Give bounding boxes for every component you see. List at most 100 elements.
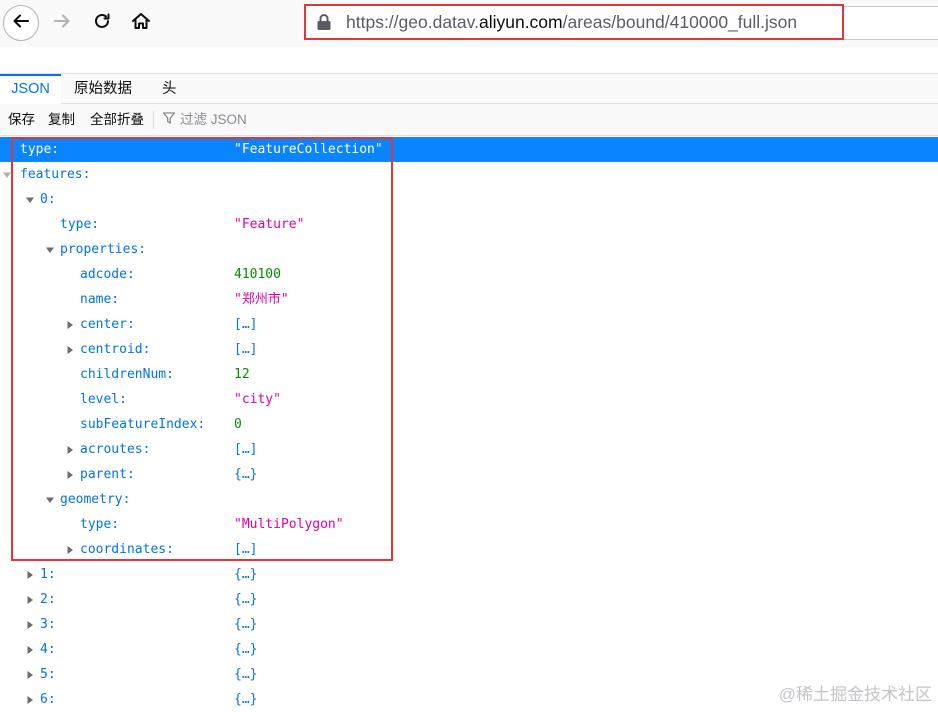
tree-value: "MultiPolygon"	[234, 517, 344, 532]
tree-value: 12	[234, 367, 250, 382]
collapsed-triangle-icon[interactable]	[24, 612, 36, 637]
collapsed-triangle-icon[interactable]	[24, 637, 36, 662]
collapsed-triangle-icon[interactable]	[64, 312, 76, 337]
tree-key: type:	[80, 517, 120, 532]
tree-row[interactable]: adcode: 410100	[0, 262, 938, 287]
tree-value: {…}	[234, 692, 258, 707]
tree-row[interactable]: type: "FeatureCollection"	[0, 137, 938, 162]
tree-row[interactable]: 2: {…}	[0, 587, 938, 612]
tree-key: childrenNum:	[80, 367, 174, 382]
collapsed-triangle-icon[interactable]	[24, 562, 36, 587]
collapsed-triangle-icon[interactable]	[64, 537, 76, 562]
json-action-bar: 保存 复制 全部折叠	[0, 104, 938, 136]
collapsed-triangle-icon[interactable]	[24, 587, 36, 612]
reload-button[interactable]	[84, 5, 120, 41]
tree-row[interactable]: coordinates: […]	[0, 537, 938, 562]
tree-row[interactable]: features:	[0, 162, 938, 187]
tree-key: properties:	[60, 242, 147, 257]
tab-headers[interactable]: 头	[162, 74, 177, 104]
copy-button[interactable]: 复制	[48, 104, 75, 135]
tree-row[interactable]: acroutes: […]	[0, 437, 938, 462]
address-bar[interactable]: https://geo.datav.aliyun.com/areas/bound…	[304, 4, 844, 40]
tree-row[interactable]: subFeatureIndex: 0	[0, 412, 938, 437]
tree-row[interactable]: type: "MultiPolygon"	[0, 512, 938, 537]
tree-value: […]	[234, 317, 258, 332]
tree-value: 410100	[234, 267, 281, 282]
tree-row[interactable]: properties:	[0, 237, 938, 262]
tree-key: 5:	[40, 667, 56, 682]
browser-toolbar: https://geo.datav.aliyun.com/areas/bound…	[0, 0, 938, 47]
tree-key: 6:	[40, 692, 56, 707]
url-host: aliyun.com	[478, 11, 563, 32]
viewer-tab-strip: JSON 原始数据 头	[0, 73, 938, 105]
filter-box[interactable]	[162, 104, 300, 135]
tree-row[interactable]: name: "郑州市"	[0, 287, 938, 312]
tree-row[interactable]: 3: {…}	[0, 612, 938, 637]
tree-row[interactable]: level: "city"	[0, 387, 938, 412]
tree-row[interactable]: type: "Feature"	[0, 212, 938, 237]
tree-key: 0:	[40, 192, 56, 207]
tree-value: 0	[234, 417, 242, 432]
tree-value: {…}	[234, 567, 258, 582]
tree-key: name:	[80, 292, 120, 307]
filter-input[interactable]	[176, 112, 300, 127]
tree-value: "Feature"	[234, 217, 305, 232]
expanded-triangle-icon[interactable]	[1, 162, 13, 187]
collapse-all-button[interactable]: 全部折叠	[90, 104, 144, 135]
collapsed-triangle-icon[interactable]	[24, 687, 36, 712]
tree-row[interactable]: parent: {…}	[0, 462, 938, 487]
tree-key: 2:	[40, 592, 56, 607]
tree-key: coordinates:	[80, 542, 174, 557]
save-button[interactable]: 保存	[8, 104, 35, 135]
url-prefix: https://geo.datav.	[346, 11, 479, 32]
tree-value: {…}	[234, 667, 258, 682]
tree-value: {…}	[234, 592, 258, 607]
tree-value: […]	[234, 442, 258, 457]
home-button[interactable]	[123, 5, 159, 41]
tree-key: type:	[60, 217, 100, 232]
arrow-right-icon	[53, 12, 71, 34]
tree-key: acroutes:	[80, 442, 151, 457]
tree-row[interactable]: 0:	[0, 187, 938, 212]
tree-row[interactable]: center: […]	[0, 312, 938, 337]
filter-icon	[162, 110, 176, 129]
expanded-triangle-icon[interactable]	[24, 187, 36, 212]
lock-icon	[316, 12, 334, 32]
watermark: @稀土掘金技术社区	[778, 685, 932, 704]
collapsed-triangle-icon[interactable]	[64, 462, 76, 487]
collapsed-triangle-icon[interactable]	[24, 662, 36, 687]
tree-key: centroid:	[80, 342, 151, 357]
tree-row[interactable]: centroid: […]	[0, 337, 938, 362]
tree-value: {…}	[234, 617, 258, 632]
collapsed-triangle-icon[interactable]	[64, 437, 76, 462]
arrow-left-icon	[12, 12, 30, 34]
tree-value: […]	[234, 542, 258, 557]
tree-key: 4:	[40, 642, 56, 657]
back-button[interactable]	[3, 5, 39, 41]
tree-row[interactable]: geometry:	[0, 487, 938, 512]
tree-value: "郑州市"	[234, 292, 289, 307]
url-text: https://geo.datav.aliyun.com/areas/bound…	[346, 12, 797, 33]
expanded-triangle-icon[interactable]	[44, 487, 56, 512]
tab-json[interactable]: JSON	[0, 74, 61, 105]
collapsed-triangle-icon[interactable]	[64, 337, 76, 362]
toolbar-divider	[153, 111, 154, 129]
tree-row[interactable]: 1: {…}	[0, 562, 938, 587]
reload-icon	[93, 12, 111, 34]
tree-row[interactable]: childrenNum: 12	[0, 362, 938, 387]
tree-key: geometry:	[60, 492, 131, 507]
forward-button[interactable]	[44, 5, 80, 41]
tree-key: center:	[80, 317, 135, 332]
tree-key: adcode:	[80, 267, 135, 282]
tree-key: parent:	[80, 467, 135, 482]
tab-raw-data[interactable]: 原始数据	[74, 74, 132, 104]
tree-value: […]	[234, 342, 258, 357]
tree-key: 3:	[40, 617, 56, 632]
tree-key: type:	[20, 142, 60, 157]
tree-row[interactable]: 4: {…}	[0, 637, 938, 662]
json-tree: type: "FeatureCollection" features: 0: type:…	[0, 137, 938, 712]
tree-key: level:	[80, 392, 127, 407]
tree-value: {…}	[234, 642, 258, 657]
address-bar-extension[interactable]	[844, 6, 938, 40]
expanded-triangle-icon[interactable]	[44, 237, 56, 262]
